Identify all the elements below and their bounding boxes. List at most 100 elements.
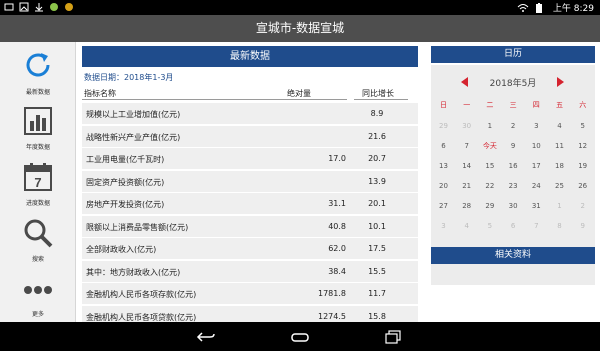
calendar-day[interactable]: 23 <box>502 176 525 196</box>
calendar-day[interactable]: 5 <box>571 116 594 136</box>
sidebar: 最新数据 年度数据 7 进度数据 搜索 更多 <box>0 42 76 322</box>
android-icon <box>49 2 59 12</box>
calendar-day[interactable]: 5 <box>478 216 501 236</box>
calendar-day[interactable]: 3 <box>525 116 548 136</box>
calendar-panel: 日历 2018年5月 日一二三四五六 29 30 1 2 3 4 5 6 7 今天 9 10 11 12 13… <box>431 42 595 322</box>
calendar-day[interactable]: 24 <box>525 176 548 196</box>
yoy-growth: 10.1 <box>368 221 386 231</box>
indicator-name: 金融机构人民币各项存款(亿元) <box>86 290 197 299</box>
sidebar-item-latest[interactable]: 最新数据 <box>0 44 76 104</box>
calendar-month: 2018年5月 <box>489 79 537 89</box>
calendar-day[interactable]: 20 <box>432 176 455 196</box>
calendar-day[interactable]: 2 <box>502 116 525 136</box>
indicator-name: 其中：地方财政收入(亿元) <box>86 267 181 277</box>
column-header-growth: 同比增长 <box>362 89 394 98</box>
table-row[interactable]: 规模以上工业增加值(亿元) 8.9 <box>82 103 418 125</box>
calendar-day[interactable]: 10 <box>525 136 548 156</box>
next-month-icon[interactable] <box>557 77 564 87</box>
column-header-value: 绝对量 <box>287 89 311 98</box>
yoy-growth: 20.1 <box>368 199 386 208</box>
sidebar-item-label: 年度数据 <box>25 144 50 151</box>
calendar-day[interactable]: 11 <box>548 136 571 156</box>
calendar-day[interactable]: 30 <box>502 196 525 216</box>
calendar-day[interactable]: 9 <box>502 136 525 156</box>
home-icon[interactable] <box>290 329 310 345</box>
sidebar-item-label: 更多 <box>31 311 44 318</box>
calendar-day[interactable]: 28 <box>455 196 478 216</box>
calendar-day[interactable]: 7 <box>455 136 478 156</box>
weekday-label: 五 <box>556 101 563 109</box>
calendar-day[interactable]: 4 <box>455 216 478 236</box>
table-row[interactable]: 限额以上消费品零售额(亿元) 40.8 10.1 <box>82 215 418 238</box>
calendar-day[interactable]: 21 <box>455 176 478 196</box>
calendar-day[interactable]: 8 <box>548 216 571 236</box>
column-header-name: 指标名称 <box>84 89 116 98</box>
weekday-label: 二 <box>486 101 494 109</box>
calendar-day[interactable]: 14 <box>455 156 478 176</box>
search-icon <box>22 217 54 249</box>
recents-icon[interactable] <box>384 329 404 345</box>
indicator-name: 限额以上消费品零售额(亿元) <box>86 222 189 232</box>
table-row[interactable]: 战略性新兴产业产值(亿元) 21.6 <box>82 125 418 148</box>
sidebar-item-more[interactable]: 更多 <box>0 268 76 328</box>
table-row[interactable]: 其中：地方财政收入(亿元) 38.4 15.5 <box>82 260 418 283</box>
calendar-day[interactable]: 30 <box>455 116 478 136</box>
weekday-label: 三 <box>509 101 517 109</box>
calendar-day[interactable]: 13 <box>432 156 455 176</box>
app-title: 宣城市-数据宣城 <box>0 15 600 42</box>
latest-data-panel: 最新数据 数据日期：2018年1-3月 指标名称 绝对量 同比增长 规模以上工业… <box>82 42 418 322</box>
table-row[interactable]: 金融机构人民币各项贷款(亿元) 1274.5 15.8 <box>82 305 418 322</box>
calendar-day[interactable]: 7 <box>525 216 548 236</box>
status-bar: 上午 8:29 <box>0 0 600 15</box>
indicator-name: 金融机构人民币各项贷款(亿元) <box>86 312 197 322</box>
sidebar-item-annual[interactable]: 年度数据 <box>0 100 76 160</box>
calendar-day[interactable]: 4 <box>548 116 571 136</box>
system-nav-bar <box>0 322 600 351</box>
absolute-value: 62.0 <box>328 244 346 253</box>
calendar-day[interactable]: 27 <box>432 196 455 216</box>
absolute-value: 1274.5 <box>318 311 346 321</box>
calendar-day[interactable]: 9 <box>571 216 594 236</box>
calendar-day-today[interactable]: 今天 <box>478 136 501 156</box>
table-row[interactable]: 固定资产投资额(亿元) 13.9 <box>82 170 418 193</box>
absolute-value: 31.1 <box>328 199 346 208</box>
calendar-day[interactable]: 29 <box>478 196 501 216</box>
battery-icon <box>535 2 545 13</box>
calendar-day[interactable]: 31 <box>525 196 548 216</box>
calendar-day[interactable]: 17 <box>525 156 548 176</box>
table-row[interactable]: 全部财政收入(亿元) 62.0 17.5 <box>82 238 418 260</box>
calendar-day[interactable]: 29 <box>432 116 455 136</box>
calendar-day[interactable]: 26 <box>571 176 594 196</box>
calendar-day[interactable]: 1 <box>478 116 501 136</box>
calendar-day[interactable]: 18 <box>548 156 571 176</box>
indicator-name: 工业用电量(亿千瓦时) <box>86 155 165 164</box>
message-icon <box>4 2 14 12</box>
calendar-day[interactable]: 25 <box>548 176 571 196</box>
wifi-icon <box>517 3 529 13</box>
sidebar-item-progress[interactable]: 7 进度数据 <box>0 156 76 216</box>
calendar-day[interactable]: 6 <box>432 136 455 156</box>
calendar-day[interactable]: 1 <box>548 196 571 216</box>
prev-month-icon[interactable] <box>461 77 468 87</box>
table-row[interactable]: 工业用电量(亿千瓦时) 17.0 20.7 <box>82 148 418 170</box>
back-icon[interactable] <box>196 329 216 345</box>
calendar-day[interactable]: 3 <box>432 216 455 236</box>
calendar-day[interactable]: 22 <box>478 176 501 196</box>
calendar-day[interactable]: 19 <box>571 156 594 176</box>
yoy-growth: 8.9 <box>370 109 384 118</box>
weekday-label: 一 <box>463 101 471 109</box>
weekday-label: 四 <box>532 101 540 109</box>
sidebar-item-search[interactable]: 搜索 <box>0 212 76 272</box>
circle-icon <box>64 2 74 12</box>
table-row[interactable]: 金融机构人民币各项存款(亿元) 1781.8 11.7 <box>82 283 418 305</box>
calendar-day[interactable]: 12 <box>571 136 594 156</box>
calendar-day[interactable]: 16 <box>502 156 525 176</box>
related-materials-button[interactable]: 相关资料 <box>431 247 595 264</box>
calendar-day[interactable]: 2 <box>571 196 594 216</box>
table-row[interactable]: 房地产开发投资(亿元) 31.1 20.1 <box>82 193 418 215</box>
yoy-growth: 17.5 <box>368 244 386 253</box>
calendar-day[interactable]: 6 <box>502 216 525 236</box>
calendar-day[interactable]: 15 <box>478 156 501 176</box>
calendar-icon-text: 7 <box>34 175 41 190</box>
sidebar-item-label: 进度数据 <box>25 200 50 207</box>
